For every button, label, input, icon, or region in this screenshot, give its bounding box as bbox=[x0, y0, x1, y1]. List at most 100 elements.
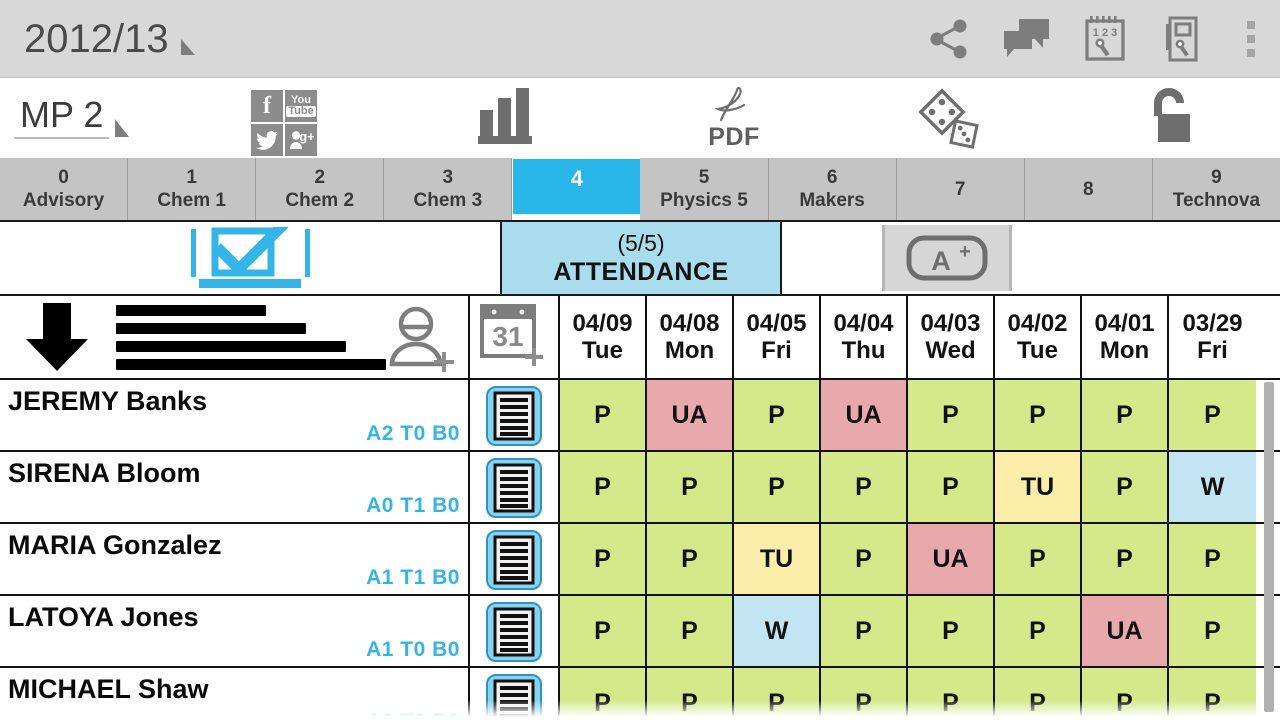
tab-period-5[interactable]: 5 Physics 5 bbox=[640, 158, 769, 220]
attendance-cell[interactable]: P bbox=[821, 452, 908, 522]
date-column-6[interactable]: 04/01 Mon bbox=[1082, 296, 1169, 378]
attendance-cell[interactable]: P bbox=[1082, 524, 1169, 594]
attendance-cell[interactable]: P bbox=[1169, 596, 1256, 666]
table-row[interactable]: MARIA Gonzalez A1 T1 B0 P P TU P UA P P P bbox=[0, 524, 1280, 596]
attendance-cell[interactable]: P bbox=[1169, 668, 1256, 720]
attendance-cell[interactable]: P bbox=[560, 380, 647, 450]
grid-header-row: 31 04/09 Tue 04/08 Mon 04/05 Fri 04/04 Thu 0… bbox=[0, 296, 1280, 380]
table-row[interactable]: JEREMY Banks A2 T0 B0 P UA P UA P P P P bbox=[0, 380, 1280, 452]
date-column-1[interactable]: 04/08 Mon bbox=[647, 296, 734, 378]
date-column-5[interactable]: 04/02 Tue bbox=[995, 296, 1082, 378]
pdf-icon[interactable]: PDF bbox=[694, 86, 774, 152]
attendance-cell[interactable]: UA bbox=[908, 524, 995, 594]
tab-period-3[interactable]: 3 Chem 3 bbox=[384, 158, 513, 220]
attendance-cell[interactable]: P bbox=[995, 668, 1082, 720]
student-note-button[interactable] bbox=[470, 596, 560, 666]
school-year-selector[interactable]: 2012/13 bbox=[24, 17, 195, 61]
table-row[interactable]: MICHAEL Shaw A0 T0 B0 PPPPPPPP bbox=[0, 668, 1280, 720]
attendance-cell[interactable]: P bbox=[1082, 452, 1169, 522]
attendance-cell[interactable]: P bbox=[821, 668, 908, 720]
attendance-cell[interactable]: UA bbox=[821, 380, 908, 450]
attendance-cell[interactable]: P bbox=[995, 596, 1082, 666]
calendar-settings-icon[interactable]: 1 2 3 bbox=[1066, 0, 1144, 78]
tab-period-6[interactable]: 6 Makers bbox=[769, 158, 897, 220]
attendance-cell[interactable]: P bbox=[821, 524, 908, 594]
attendance-cell[interactable]: P bbox=[1169, 524, 1256, 594]
attendance-cell[interactable]: P bbox=[734, 668, 821, 720]
attendance-cell[interactable]: P bbox=[995, 380, 1082, 450]
attendance-cell[interactable]: P bbox=[560, 596, 647, 666]
attendance-cell[interactable]: TU bbox=[734, 524, 821, 594]
attendance-cell[interactable]: P bbox=[647, 524, 734, 594]
attendance-cell[interactable]: TU bbox=[995, 452, 1082, 522]
twitter-icon[interactable] bbox=[251, 124, 283, 156]
tab-period-4[interactable]: 4 bbox=[512, 158, 641, 220]
student-name-cell[interactable]: JEREMY Banks A2 T0 B0 bbox=[0, 380, 470, 450]
header-note-cell[interactable]: 31 bbox=[470, 296, 560, 378]
attendance-cell[interactable]: UA bbox=[647, 380, 734, 450]
student-name-cell[interactable]: MARIA Gonzalez A1 T1 B0 bbox=[0, 524, 470, 594]
tab-period-1[interactable]: 1 Chem 1 bbox=[128, 158, 257, 220]
calendar-day-number: 31 bbox=[492, 321, 523, 352]
attendance-cell[interactable]: P bbox=[560, 524, 647, 594]
attendance-cell[interactable]: P bbox=[560, 452, 647, 522]
attendance-category-button[interactable]: (5/5) ATTENDANCE bbox=[500, 222, 782, 294]
tab-period-2[interactable]: 2 Chem 2 bbox=[256, 158, 385, 220]
overflow-menu-icon[interactable] bbox=[1222, 0, 1280, 78]
marking-period-selector[interactable]: MP 2 bbox=[14, 94, 130, 143]
student-note-button[interactable] bbox=[470, 452, 560, 522]
student-note-button[interactable] bbox=[470, 380, 560, 450]
facebook-icon[interactable]: f bbox=[251, 90, 283, 122]
student-name-cell[interactable]: SIRENA Bloom A0 T1 B0 bbox=[0, 452, 470, 522]
attendance-cell[interactable]: W bbox=[1169, 452, 1256, 522]
date-column-4[interactable]: 04/03 Wed bbox=[908, 296, 995, 378]
table-row[interactable]: SIRENA Bloom A0 T1 B0 P P P P P TU P W bbox=[0, 452, 1280, 524]
student-name-cell[interactable]: LATOYA Jones A1 T0 B0 bbox=[0, 596, 470, 666]
attendance-cell[interactable]: P bbox=[560, 668, 647, 720]
svg-text:+: + bbox=[959, 241, 971, 263]
unlocked-padlock-icon[interactable] bbox=[1142, 86, 1198, 151]
attendance-cell[interactable]: P bbox=[647, 596, 734, 666]
sort-lines-icon[interactable] bbox=[116, 304, 386, 370]
attendance-cell[interactable]: P bbox=[734, 380, 821, 450]
social-share-block[interactable]: f You Tube g+ bbox=[251, 90, 317, 156]
vertical-scrollbar[interactable] bbox=[1264, 382, 1274, 712]
attendance-cell[interactable]: P bbox=[908, 452, 995, 522]
date-column-2[interactable]: 04/05 Fri bbox=[734, 296, 821, 378]
tab-period-0[interactable]: 0 Advisory bbox=[0, 158, 129, 220]
student-name-cell[interactable]: MICHAEL Shaw A0 T0 B0 bbox=[0, 668, 470, 720]
attendance-cell[interactable]: P bbox=[734, 452, 821, 522]
date-column-3[interactable]: 04/04 Thu bbox=[821, 296, 908, 378]
tab-period-8[interactable]: 8 bbox=[1025, 158, 1153, 220]
attendance-cell[interactable]: P bbox=[908, 668, 995, 720]
share-icon[interactable] bbox=[910, 0, 988, 78]
date-column-0[interactable]: 04/09 Tue bbox=[560, 296, 647, 378]
attendance-checkbox-button[interactable] bbox=[0, 222, 500, 294]
student-code: A0 T0 B0 bbox=[366, 710, 460, 720]
attendance-cell[interactable]: UA bbox=[1082, 596, 1169, 666]
student-note-button[interactable] bbox=[470, 668, 560, 720]
device-settings-icon[interactable] bbox=[1144, 0, 1222, 78]
dice-icon[interactable] bbox=[908, 86, 988, 155]
messages-icon[interactable] bbox=[988, 0, 1066, 78]
add-person-icon[interactable] bbox=[384, 304, 462, 379]
attendance-cell[interactable]: P bbox=[1169, 380, 1256, 450]
attendance-cell[interactable]: P bbox=[647, 668, 734, 720]
youtube-icon[interactable]: You Tube bbox=[285, 90, 317, 122]
tab-period-9[interactable]: 9 Technova bbox=[1153, 158, 1280, 220]
attendance-cell[interactable]: W bbox=[734, 596, 821, 666]
google-plus-icon[interactable]: g+ bbox=[285, 124, 317, 156]
attendance-cell[interactable]: P bbox=[908, 596, 995, 666]
table-row[interactable]: LATOYA Jones A1 T0 B0 P P W P P P UA P bbox=[0, 596, 1280, 668]
attendance-cell[interactable]: P bbox=[821, 596, 908, 666]
grade-category-button[interactable]: A + bbox=[782, 222, 1112, 294]
tab-period-7[interactable]: 7 bbox=[897, 158, 1025, 220]
attendance-cell[interactable]: P bbox=[1082, 668, 1169, 720]
attendance-cell[interactable]: P bbox=[995, 524, 1082, 594]
student-note-button[interactable] bbox=[470, 524, 560, 594]
attendance-cell[interactable]: P bbox=[908, 380, 995, 450]
date-column-7[interactable]: 03/29 Fri bbox=[1169, 296, 1256, 378]
attendance-cell[interactable]: P bbox=[647, 452, 734, 522]
bar-chart-icon[interactable] bbox=[474, 86, 540, 149]
attendance-cell[interactable]: P bbox=[1082, 380, 1169, 450]
